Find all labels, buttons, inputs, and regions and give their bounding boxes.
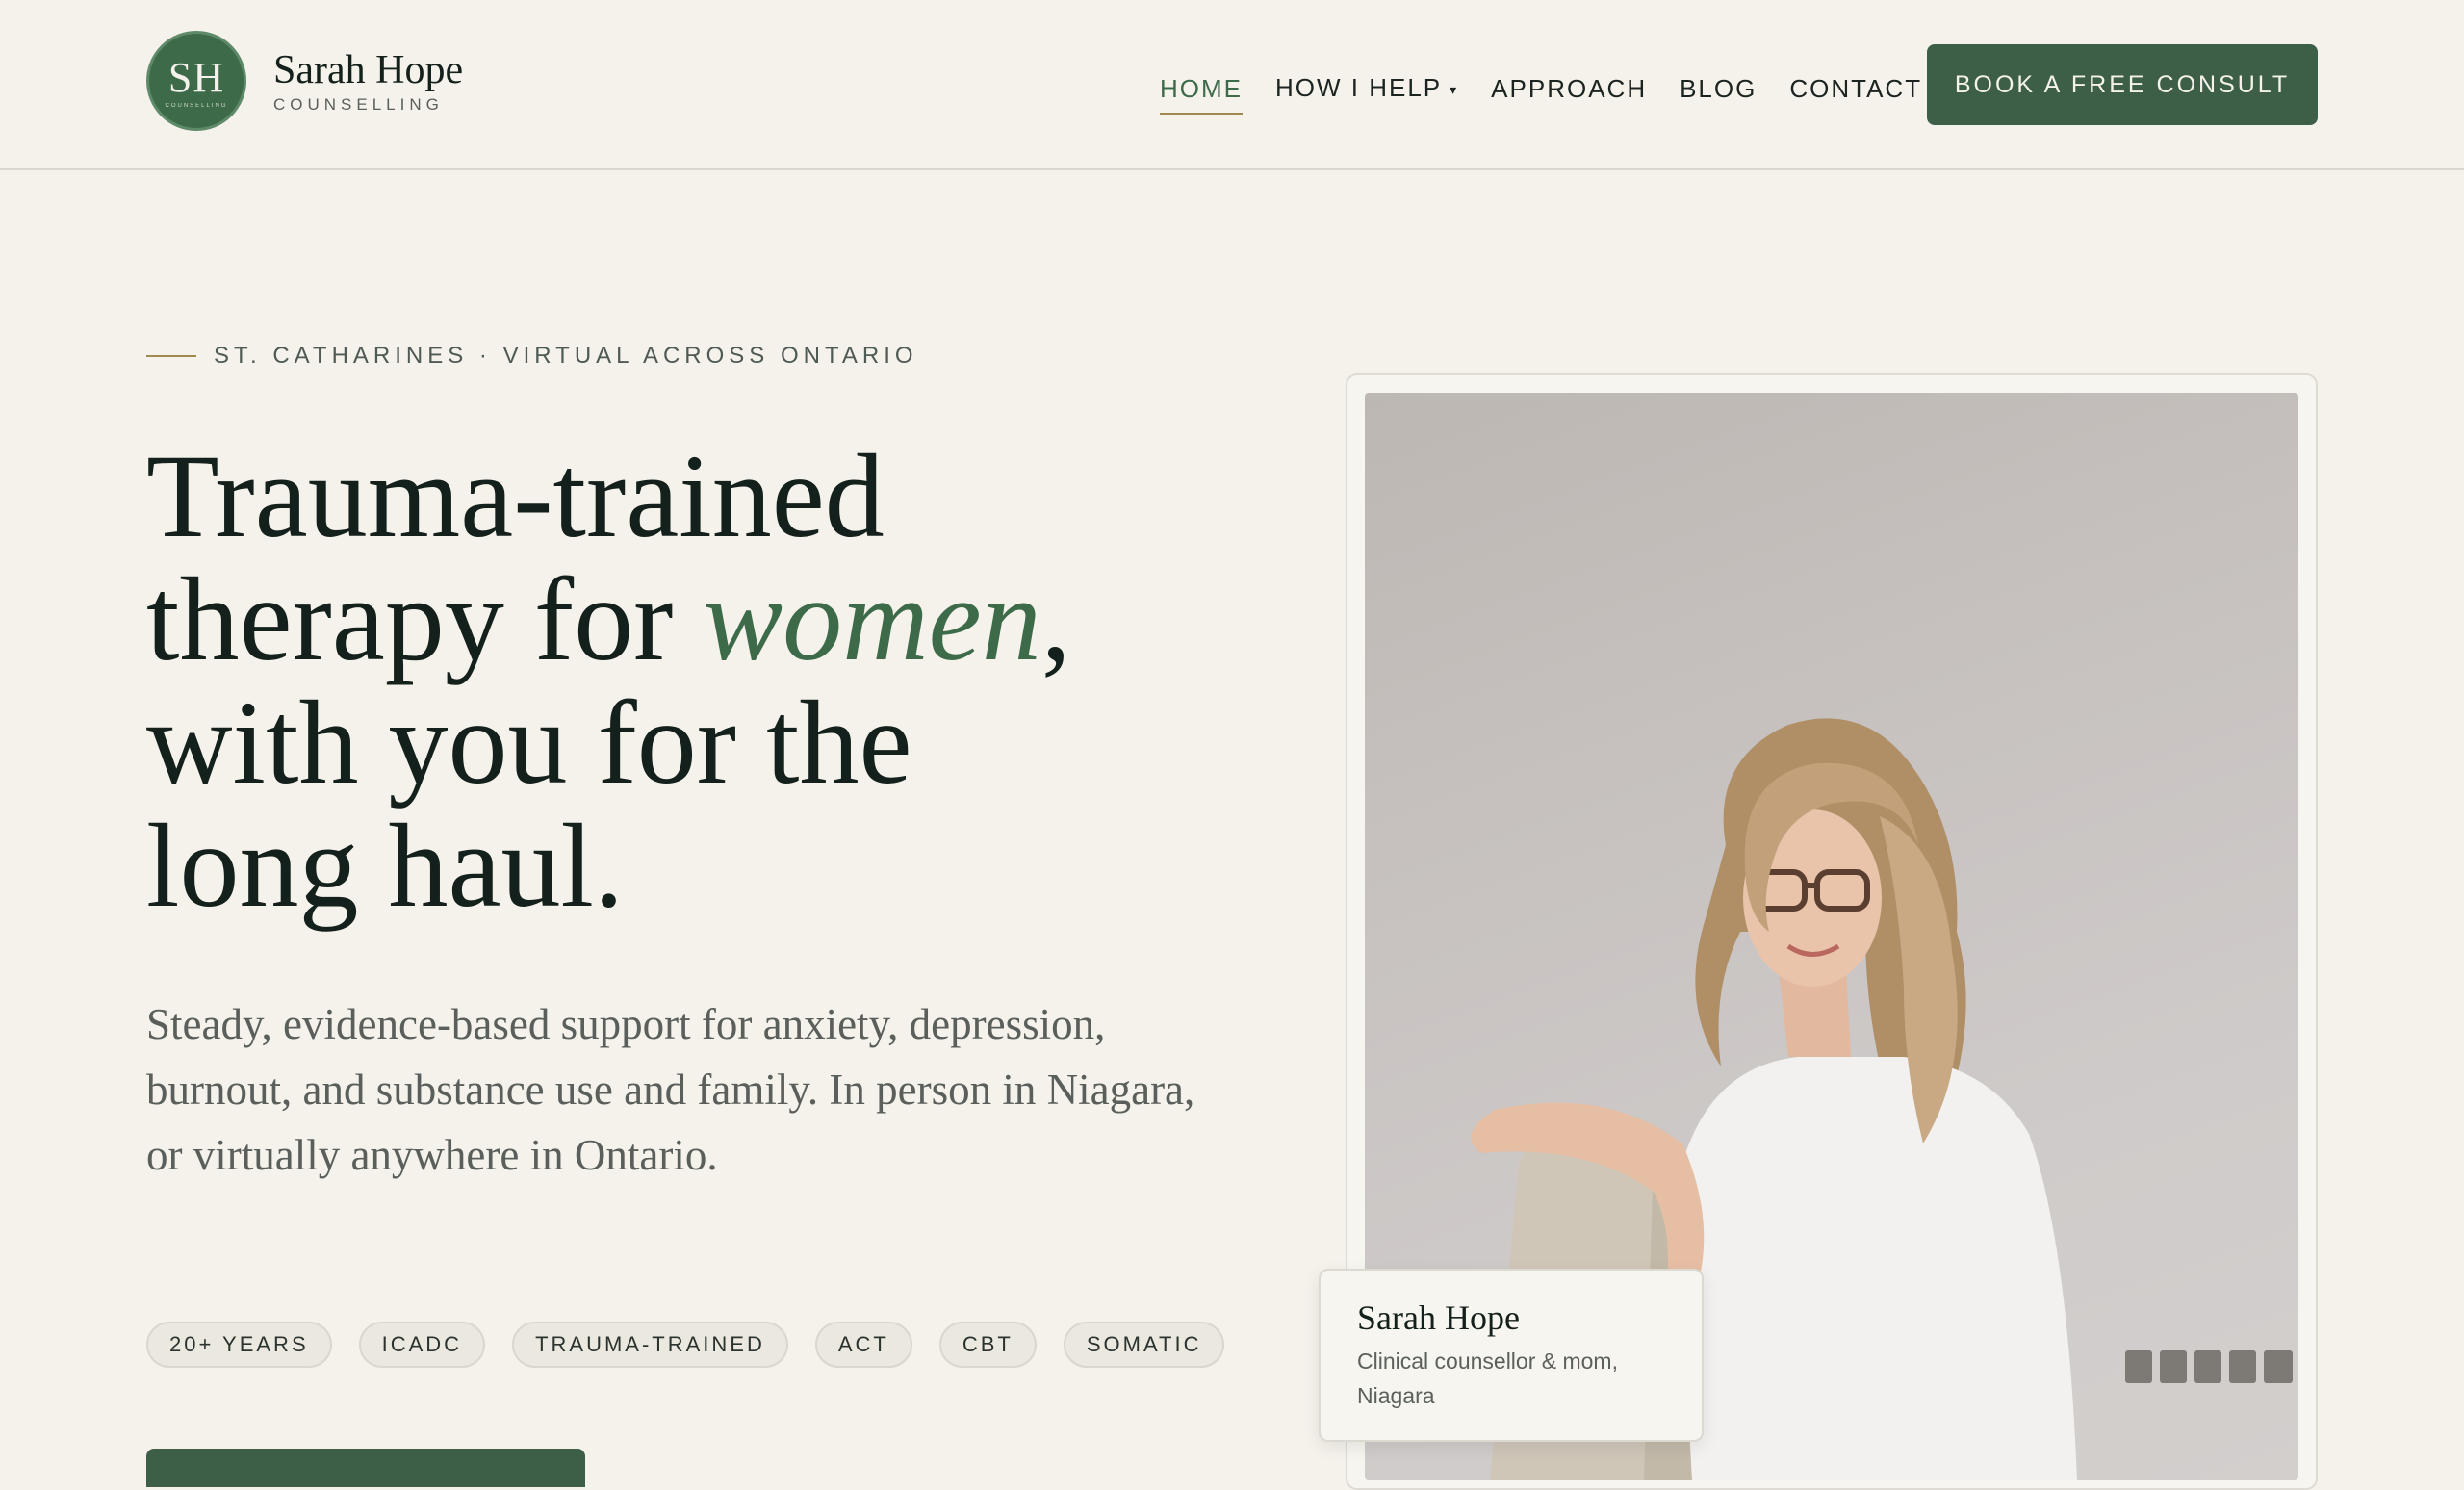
logo-monogram: SH [167, 54, 225, 101]
nav-item-how-i-help-label: HOW I HELP [1275, 73, 1443, 102]
hero-primary-button[interactable] [146, 1449, 585, 1487]
brand-name: Sarah Hope [273, 48, 464, 92]
credential-pill: 20+ YEARS [146, 1322, 332, 1368]
monogram-logo: SH COUNSELLING [146, 31, 246, 131]
eyebrow-text: ST. CATHARINES · VIRTUAL ACROSS ONTARIO [214, 343, 918, 369]
headline-line-2: therapy for [146, 553, 704, 685]
credential-pill: SOMATIC [1063, 1322, 1225, 1368]
nav-item-contact[interactable]: CONTACT [1789, 72, 1922, 105]
headline-comma: , [1040, 553, 1071, 685]
headline-line-3: with you for the [146, 677, 912, 809]
logo-sub-text: COUNSELLING [165, 103, 228, 109]
nav-item-home[interactable]: HOME [1160, 72, 1243, 116]
credential-pill: CBT [938, 1322, 1037, 1368]
headline-accent: women [703, 553, 1041, 685]
headline-line-1: Trauma-trained [146, 430, 885, 562]
credential-pill: ACT [814, 1322, 912, 1368]
nav-item-blog[interactable]: BLOG [1680, 72, 1757, 105]
main-nav: HOME HOW I HELP ▾ APPROACH BLOG CONTACT [1160, 71, 1955, 116]
caption-role: Clinical counsellor & mom, Niagara [1357, 1349, 1618, 1408]
credential-pill: TRAUMA-TRAINED [512, 1322, 788, 1368]
eyebrow-rule [146, 355, 196, 357]
hero-headline: Trauma-trained therapy for women, with y… [146, 435, 1253, 928]
headline-line-4: long haul. [146, 800, 624, 932]
hero-lede: Steady, evidence-based support for anxie… [146, 1000, 1195, 1179]
site-header: SH COUNSELLING Sarah Hope COUNSELLING HO… [0, 0, 2464, 170]
credential-pills: 20+ YEARS ICADC TRAUMA-TRAINED ACT CBT S… [146, 1322, 1251, 1368]
credential-pill: ICADC [358, 1322, 486, 1368]
nav-item-approach[interactable]: APPROACH [1491, 72, 1647, 105]
book-consult-button[interactable]: BOOK A FREE CONSULT [1927, 44, 2318, 125]
brand-text: Sarah Hope COUNSELLING [273, 47, 463, 115]
chevron-down-icon: ▾ [1450, 82, 1459, 98]
nav-item-how-i-help[interactable]: HOW I HELP ▾ [1275, 71, 1458, 106]
caption-name: Sarah Hope [1357, 1298, 1520, 1337]
portrait-caption-card: Sarah Hope Clinical counsellor & mom, Ni… [1319, 1269, 1704, 1442]
brand-logo-link[interactable]: SH COUNSELLING Sarah Hope COUNSELLING [146, 31, 463, 131]
brand-tagline: COUNSELLING [273, 95, 444, 114]
location-eyebrow: ST. CATHARINES · VIRTUAL ACROSS ONTARIO [146, 343, 918, 370]
